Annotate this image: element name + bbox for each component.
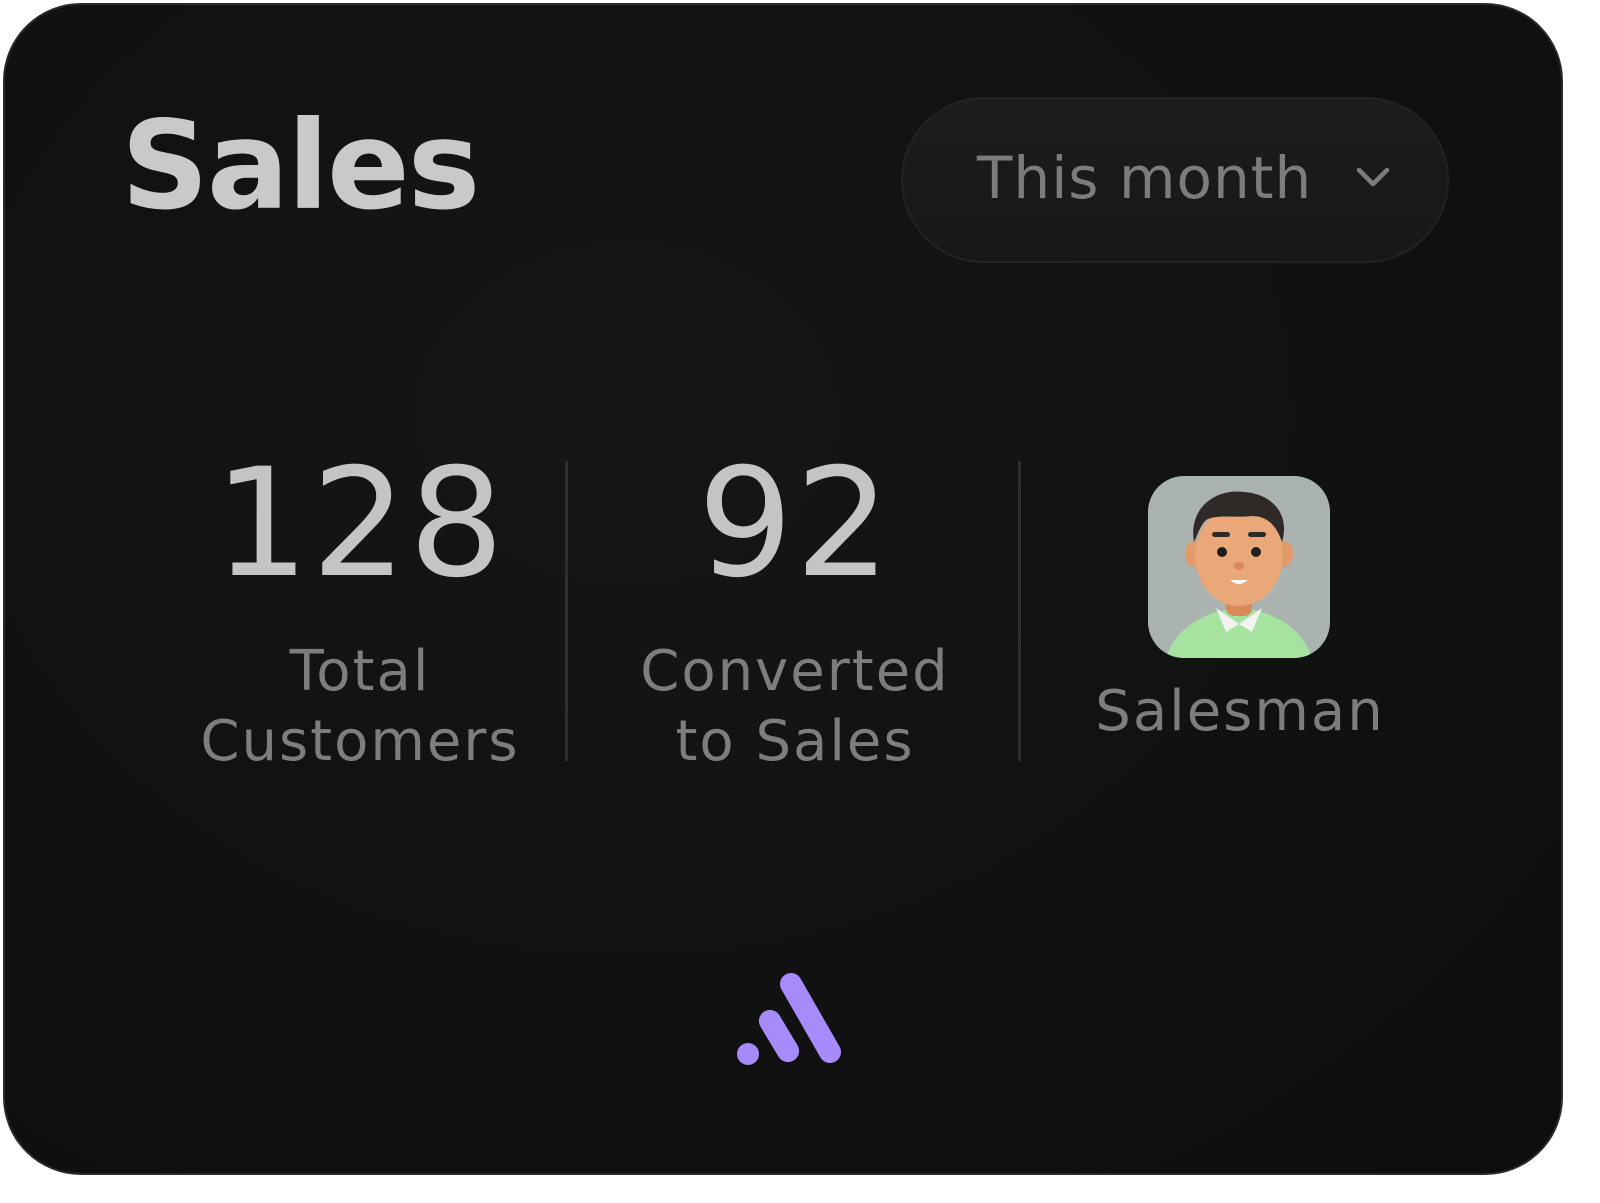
stat-label-line: Total — [289, 639, 431, 704]
sales-card: Sales This month 128 Total Customers 92 … — [3, 3, 1563, 1175]
period-dropdown[interactable]: This month — [901, 97, 1449, 263]
chevron-down-icon — [1356, 167, 1390, 187]
stat-total-customers: 128 Total Customers — [175, 449, 545, 777]
avatar-illustration — [1166, 491, 1312, 658]
stat-label-line: Converted — [640, 639, 950, 704]
salesman-avatar[interactable] — [1148, 476, 1330, 658]
divider — [565, 461, 568, 761]
salesman-label: Salesman — [1095, 679, 1385, 744]
divider — [1018, 461, 1021, 761]
brand-logo-icon — [737, 973, 841, 1065]
stat-converted-to-sales: 92 Converted to Sales — [590, 449, 1000, 777]
stat-label-line: to Sales — [675, 709, 915, 774]
stat-label-line: Customers — [200, 709, 520, 774]
card-title: Sales — [121, 95, 480, 237]
stat-label: Total Customers — [175, 637, 545, 777]
stat-label: Converted to Sales — [590, 637, 1000, 777]
stat-value: 128 — [213, 437, 507, 611]
period-dropdown-label: This month — [977, 144, 1313, 212]
stat-value: 92 — [697, 437, 893, 611]
